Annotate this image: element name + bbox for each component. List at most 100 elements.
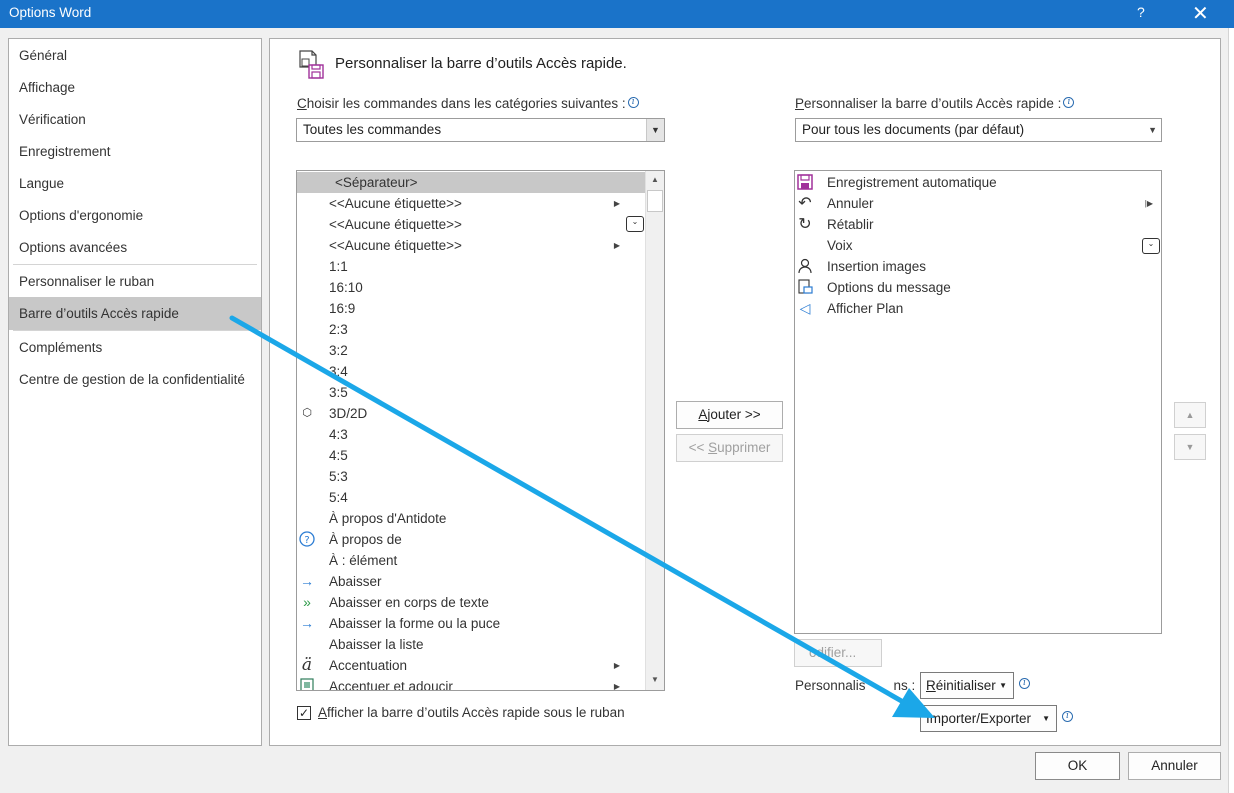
person-icon	[797, 258, 813, 275]
nav-item-customize-ribbon[interactable]: Personnaliser le ruban	[9, 265, 261, 298]
add-button[interactable]: Ajouter >>	[676, 401, 783, 429]
separator-badge-icon: ⌄	[626, 216, 644, 232]
list-item[interactable]: À propos d'Antidote	[297, 508, 646, 529]
nav-item-trust-center[interactable]: Centre de gestion de la confidentialité	[9, 363, 261, 396]
submenu-arrow-icon: ▶	[613, 682, 620, 691]
double-arrow-right-icon: »	[303, 594, 311, 610]
list-item[interactable]: 16:10	[297, 277, 646, 298]
chevron-down-icon: ▼	[999, 681, 1007, 690]
message-options-icon	[797, 279, 813, 296]
info-icon: i	[627, 97, 639, 108]
nav-item-accessibility[interactable]: Options d'ergonomie	[9, 199, 261, 232]
help-circle-icon: ?	[299, 531, 315, 548]
scroll-up-button[interactable]: ▲	[646, 171, 664, 189]
reset-dropdown-button[interactable]: Réinitialiser ▼	[920, 672, 1014, 699]
chevron-down-icon: ▼	[1148, 125, 1157, 135]
list-item[interactable]: Accentuer et adoucir ▶	[297, 676, 646, 691]
submenu-arrow-icon: |▶	[1144, 199, 1153, 208]
commands-list[interactable]: <Séparateur> <<Aucune étiquette>> ▶ <<Auc…	[296, 170, 665, 691]
nav-item-general[interactable]: Général	[9, 39, 261, 72]
sharpen-icon	[299, 678, 315, 690]
list-item[interactable]: <<Aucune étiquette>> ▶	[297, 235, 646, 256]
scope-dropdown[interactable]: Pour tous les documents (par défaut) ▼	[795, 118, 1162, 142]
customizations-label: Personnalis ns :	[795, 678, 916, 693]
choose-commands-label: Choisir les commandes dans les catégorie…	[297, 96, 639, 111]
list-item[interactable]: 2:3	[297, 319, 646, 340]
list-item[interactable]: Insertion images	[795, 256, 1161, 277]
category-dropdown-value: Toutes les commandes	[303, 122, 442, 137]
nav-item-save[interactable]: Enregistrement	[9, 135, 261, 168]
list-item[interactable]: 1:1	[297, 256, 646, 277]
commands-scrollbar[interactable]: ▲ ▼	[645, 171, 664, 690]
3d-2d-icon: ⬡	[302, 407, 312, 419]
undo-icon: ↶	[798, 195, 812, 212]
list-item[interactable]: ↻ Rétablir	[795, 214, 1161, 235]
ok-button[interactable]: OK	[1035, 752, 1120, 780]
svg-text:?: ?	[304, 535, 309, 546]
list-item[interactable]: 3:5	[297, 382, 646, 403]
scroll-thumb[interactable]	[647, 190, 663, 212]
list-item[interactable]: 5:4	[297, 487, 646, 508]
title-bar: Options Word ? ✕	[0, 0, 1234, 28]
list-item[interactable]: <Séparateur>	[297, 172, 646, 193]
list-item[interactable]: → Abaisser la forme ou la puce	[297, 613, 646, 634]
customize-toolbar-label: Personnaliser la barre d’outils Accès ra…	[795, 96, 1075, 111]
nav-item-language[interactable]: Langue	[9, 167, 261, 200]
move-up-button[interactable]: ▲	[1174, 402, 1206, 428]
list-item[interactable]: → Abaisser	[297, 571, 646, 592]
list-item[interactable]: Abaisser la liste	[297, 634, 646, 655]
nav-item-advanced[interactable]: Options avancées	[9, 231, 261, 264]
list-item[interactable]: À : élément	[297, 550, 646, 571]
help-button[interactable]: ?	[1137, 4, 1145, 20]
cancel-button[interactable]: Annuler	[1128, 752, 1221, 780]
list-item[interactable]: 3:2	[297, 340, 646, 361]
list-item[interactable]: Enregistrement automatique	[795, 172, 1161, 193]
list-item[interactable]: ↶ Annuler |▶	[795, 193, 1161, 214]
scope-dropdown-value: Pour tous les documents (par défaut)	[802, 122, 1025, 137]
submenu-arrow-icon: ▶	[613, 199, 620, 208]
remove-button[interactable]: << Supprimer	[676, 434, 783, 462]
toolbar-items-list[interactable]: Enregistrement automatique ↶ Annuler |▶ ↻ R…	[794, 170, 1162, 634]
submenu-arrow-icon: ▶	[613, 241, 620, 250]
nav-item-add-ins[interactable]: Compléments	[9, 331, 261, 364]
list-item[interactable]: » Abaisser en corps de texte	[297, 592, 646, 613]
nav-item-display[interactable]: Affichage	[9, 71, 261, 104]
list-item[interactable]: ä Accentuation ▶	[297, 655, 646, 676]
separator-badge-icon: ⌄	[1142, 238, 1160, 254]
close-button[interactable]: ✕	[1192, 1, 1209, 26]
modify-button[interactable]: odifier...	[794, 639, 882, 667]
list-item[interactable]: ◁ Afficher Plan	[795, 298, 1161, 319]
quick-access-toolbar-icon	[299, 50, 324, 79]
info-icon: i	[1062, 711, 1073, 722]
list-item[interactable]: 4:5	[297, 445, 646, 466]
scroll-down-button[interactable]: ▼	[646, 671, 664, 689]
window-title: Options Word	[9, 5, 92, 20]
list-item[interactable]: 16:9	[297, 298, 646, 319]
submenu-arrow-icon: ▶	[613, 661, 620, 670]
move-down-button[interactable]: ▼	[1174, 434, 1206, 460]
list-item[interactable]: ? À propos de	[297, 529, 646, 550]
background-window-edge	[1228, 28, 1234, 793]
floppy-disk-icon	[797, 174, 813, 191]
nav-item-quick-access-toolbar[interactable]: Barre d’outils Accès rapide	[9, 297, 261, 330]
page-title: Personnaliser la barre d’outils Accès ra…	[335, 55, 627, 72]
list-item[interactable]: <<Aucune étiquette>> ▶	[297, 193, 646, 214]
plan-icon: ◁	[799, 300, 811, 316]
list-item[interactable]: ⬡ 3D/2D	[297, 403, 646, 424]
info-icon: i	[1019, 678, 1030, 689]
list-item[interactable]: Voix ⌄	[795, 235, 1161, 256]
arrow-right-icon: →	[300, 615, 314, 631]
redo-icon: ↻	[798, 216, 812, 233]
nav-item-proofing[interactable]: Vérification	[9, 103, 261, 136]
import-export-dropdown-button[interactable]: Importer/Exporter ▼	[920, 705, 1057, 732]
list-item[interactable]: <<Aucune étiquette>> ⌄	[297, 214, 646, 235]
list-item[interactable]: 3:4	[297, 361, 646, 382]
show-below-ribbon-checkbox[interactable]: ✓	[297, 706, 311, 720]
list-item[interactable]: Options du message	[795, 277, 1161, 298]
arrow-right-icon: →	[300, 573, 314, 589]
category-dropdown[interactable]: Toutes les commandes ▼	[296, 118, 665, 142]
list-item[interactable]: 4:3	[297, 424, 646, 445]
chevron-down-icon: ▼	[646, 119, 664, 141]
list-item[interactable]: 5:3	[297, 466, 646, 487]
chevron-down-icon: ▼	[1042, 714, 1050, 723]
